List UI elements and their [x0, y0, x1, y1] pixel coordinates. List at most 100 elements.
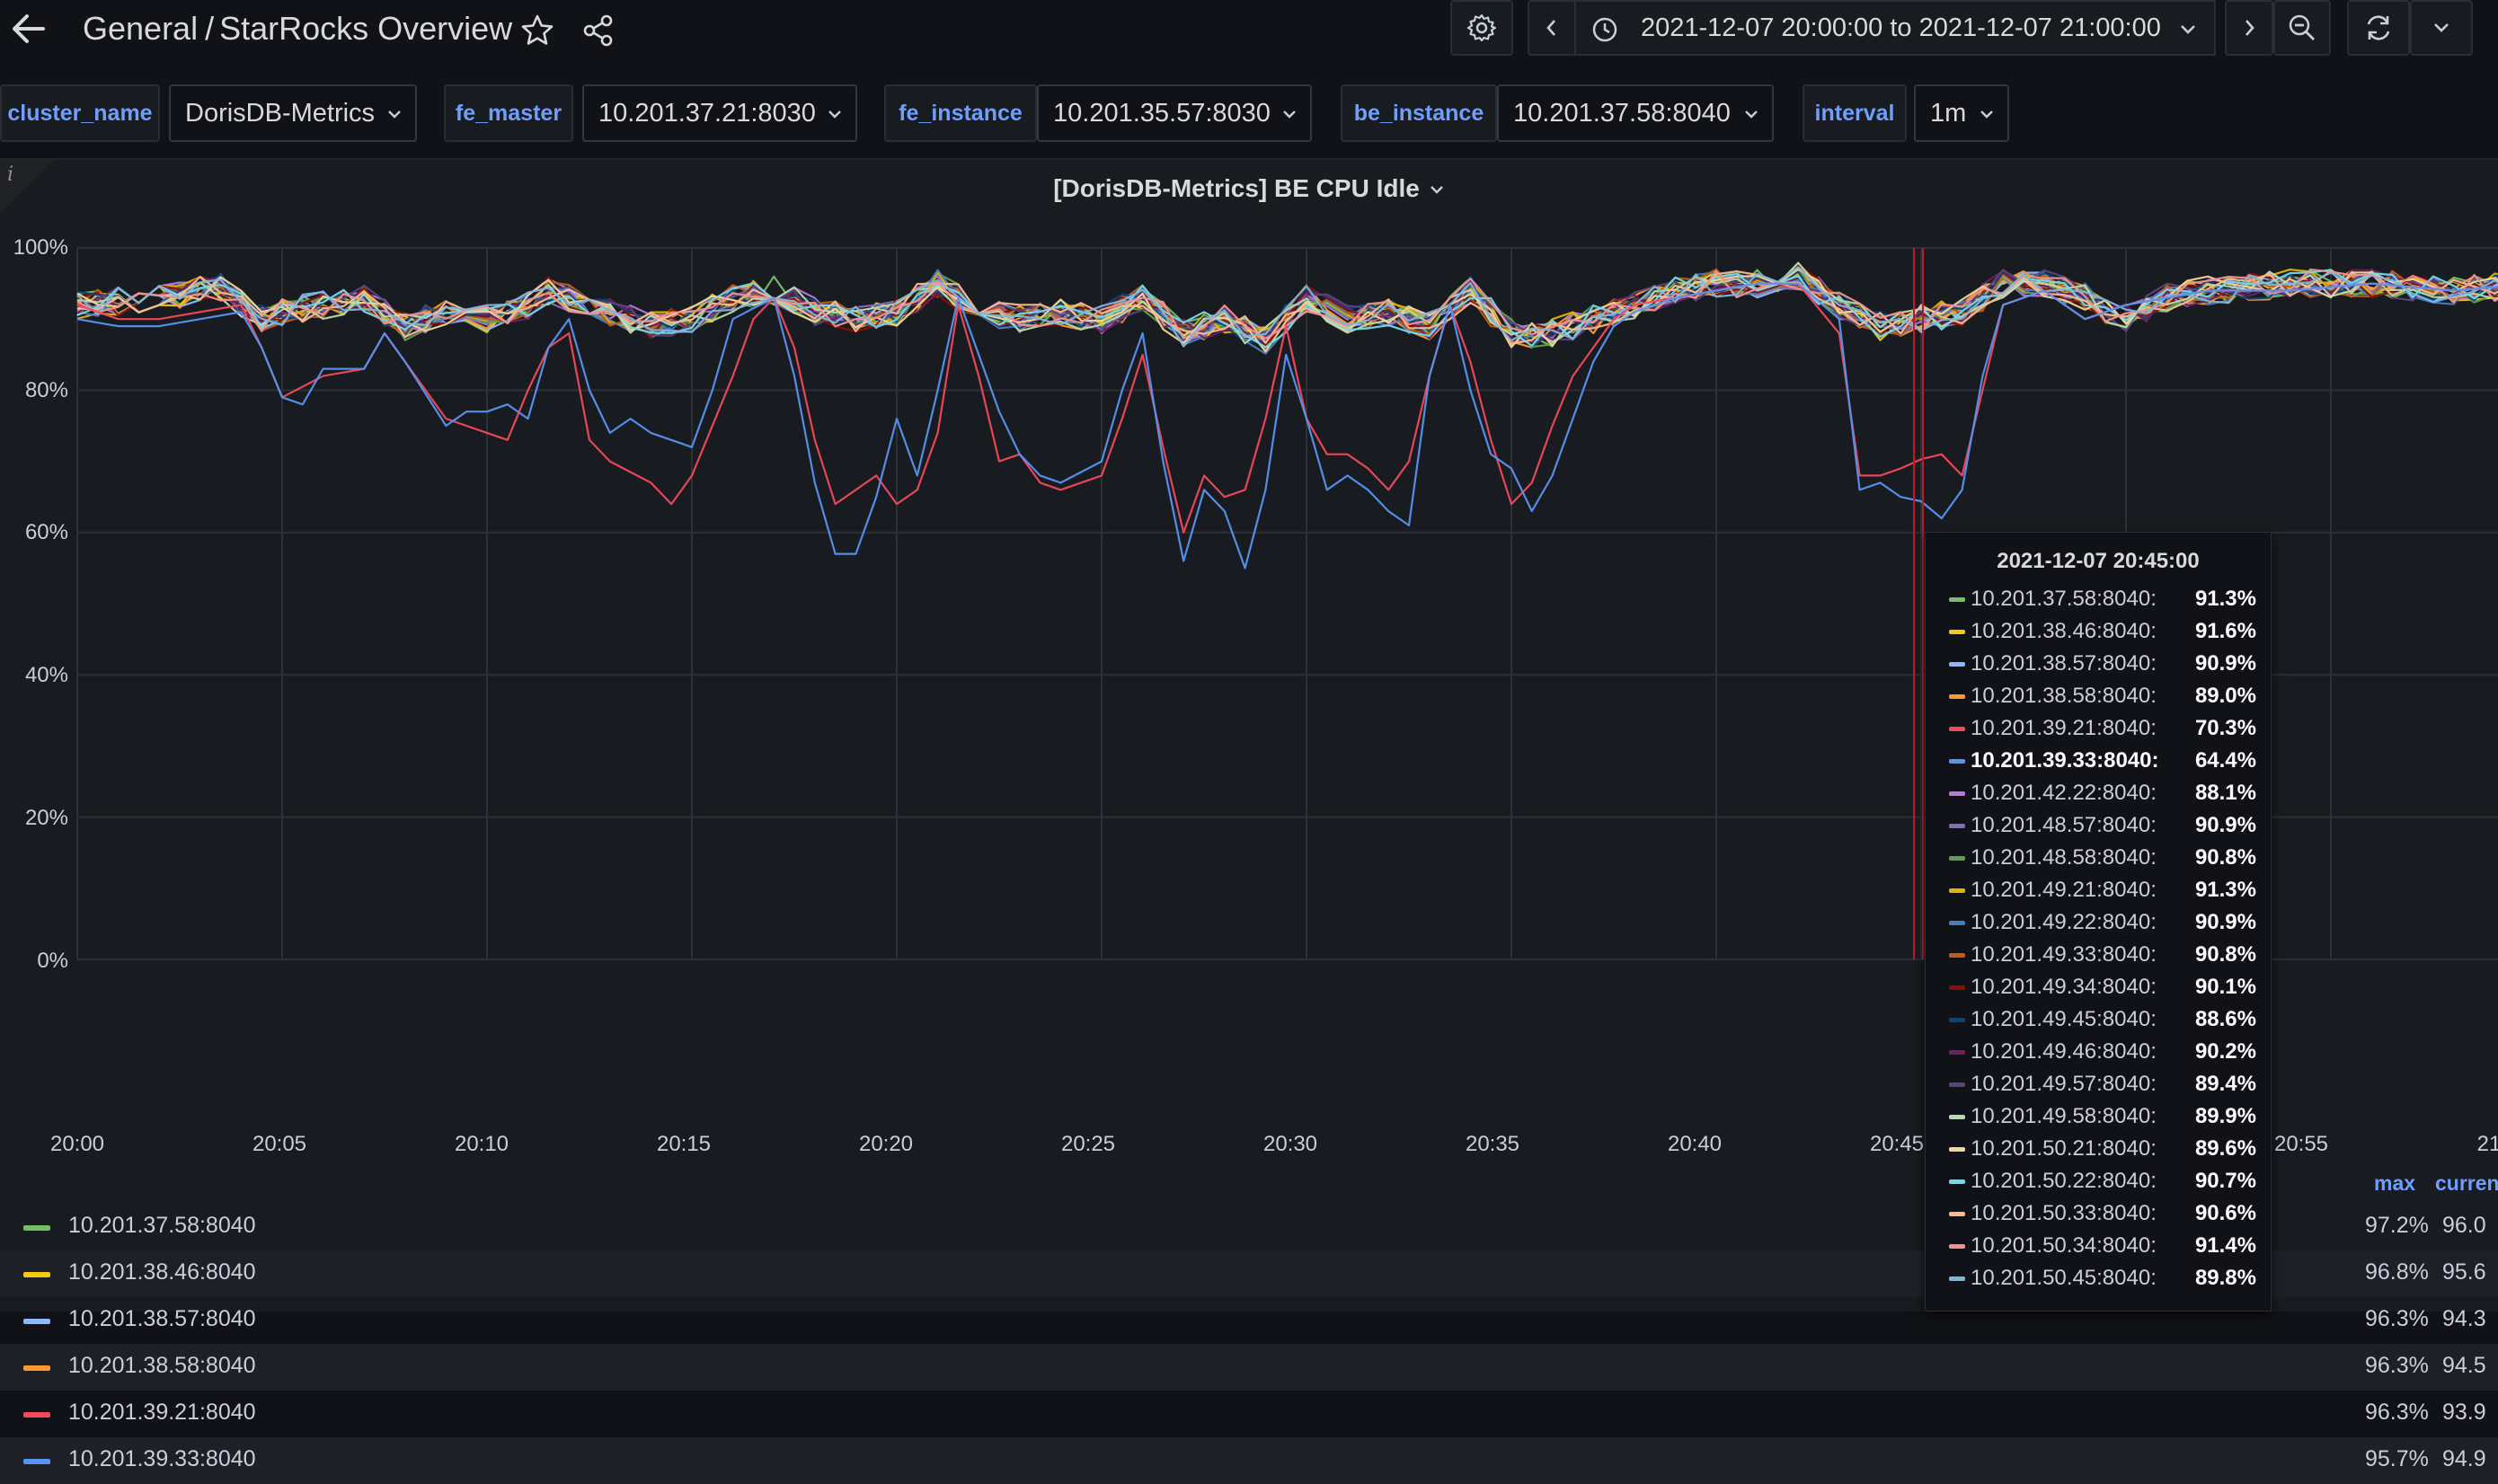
tooltip-series-row: 10.201.42.22:8040: 88.1%: [1926, 777, 2271, 809]
series-swatch: [1949, 856, 1965, 861]
series-swatch: [1949, 888, 1965, 893]
tooltip-series-value: 90.7%: [2194, 1169, 2256, 1193]
tooltip-series-value: 88.1%: [2194, 781, 2256, 805]
tooltip-series-row: 10.201.38.46:8040: 91.6%: [1926, 615, 2271, 648]
tooltip-series-row: 10.201.50.34:8040: 91.4%: [1926, 1230, 2271, 1262]
tooltip-series-value: 89.6%: [2194, 1136, 2256, 1161]
tooltip-series-row: 10.201.39.21:8040: 70.3%: [1926, 712, 2271, 745]
legend-max-value: 96.3%: [2365, 1353, 2429, 1378]
tooltip-series-name: 10.201.49.34:8040:: [1971, 975, 2157, 999]
tooltip-series-name: 10.201.50.33:8040:: [1971, 1201, 2157, 1225]
tooltip-series-value: 90.9%: [2194, 651, 2256, 676]
tooltip-series-row: 10.201.39.33:8040: 64.4%: [1926, 745, 2271, 777]
series-swatch: [1949, 1115, 1965, 1119]
tooltip-series-row: 10.201.49.21:8040: 91.3%: [1926, 874, 2271, 906]
tooltip-series-value: 90.8%: [2194, 942, 2256, 967]
legend-row[interactable]: 10.201.39.33:8040 95.7% 94.9: [0, 1437, 2498, 1484]
series-swatch: [1949, 1050, 1965, 1055]
series-swatch: [1949, 1244, 1965, 1249]
tooltip-series-name: 10.201.49.46:8040:: [1971, 1039, 2157, 1064]
tooltip-series-value: 89.4%: [2194, 1072, 2256, 1096]
series-swatch: [1949, 1212, 1965, 1216]
tooltip-series-value: 91.3%: [2194, 587, 2256, 611]
tooltip-series-name: 10.201.50.45:8040:: [1971, 1266, 2157, 1290]
legend-series-name: 10.201.38.57:8040: [68, 1306, 256, 1331]
series-swatch: [1949, 1179, 1965, 1184]
tooltip-series-name: 10.201.49.58:8040:: [1971, 1104, 2157, 1128]
series-swatch: [1949, 1147, 1965, 1152]
legend-max-value: 95.7%: [2365, 1446, 2429, 1471]
series-swatch: [1949, 791, 1965, 796]
tooltip-series-row: 10.201.49.22:8040: 90.9%: [1926, 906, 2271, 939]
tooltip-series-name: 10.201.50.22:8040:: [1971, 1169, 2157, 1193]
series-swatch: [1949, 1276, 1965, 1281]
tooltip-series-value: 89.8%: [2194, 1266, 2256, 1290]
tooltip-series-row: 10.201.49.46:8040: 90.2%: [1926, 1036, 2271, 1068]
tooltip-series-value: 91.3%: [2194, 878, 2256, 902]
legend-current-value: 94.5: [2442, 1353, 2486, 1378]
tooltip-series-row: 10.201.50.33:8040: 90.6%: [1926, 1197, 2271, 1230]
tooltip-series-name: 10.201.48.58:8040:: [1971, 845, 2157, 870]
tooltip-series-name: 10.201.42.22:8040:: [1971, 781, 2157, 805]
tooltip-series-name: 10.201.49.22:8040:: [1971, 910, 2157, 934]
tooltip-series-name: 10.201.50.34:8040:: [1971, 1233, 2157, 1258]
series-swatch: [1949, 921, 1965, 925]
tooltip-series-value: 90.2%: [2194, 1039, 2256, 1064]
tooltip-series-name: 10.201.39.33:8040:: [1971, 748, 2159, 773]
tooltip-series-name: 10.201.37.58:8040:: [1971, 587, 2157, 611]
tooltip-series-row: 10.201.49.45:8040: 88.6%: [1926, 1003, 2271, 1036]
legend-current-value: 94.9: [2442, 1446, 2486, 1471]
tooltip-series-value: 90.9%: [2194, 813, 2256, 837]
tooltip-series-value: 89.0%: [2194, 684, 2256, 708]
tooltip-timestamp: 2021-12-07 20:45:00: [1997, 549, 2200, 573]
series-swatch: [1949, 694, 1965, 699]
series-swatch: [23, 1459, 50, 1464]
tooltip-series-value: 70.3%: [2194, 716, 2256, 740]
legend-max-value: 96.3%: [2365, 1400, 2429, 1425]
series-swatch: [1949, 662, 1965, 667]
tooltip-series-value: 89.9%: [2194, 1104, 2256, 1128]
tooltip-series-value: 90.6%: [2194, 1201, 2256, 1225]
tooltip-series-name: 10.201.39.21:8040:: [1971, 716, 2157, 740]
graph-hover-tooltip: 2021-12-07 20:45:00 10.201.37.58:8040: 91…: [1925, 532, 2272, 1312]
tooltip-series-row: 10.201.49.33:8040: 90.8%: [1926, 939, 2271, 971]
tooltip-series-value: 90.8%: [2194, 845, 2256, 870]
legend-max-value: 96.3%: [2365, 1306, 2429, 1331]
tooltip-series-name: 10.201.49.57:8040:: [1971, 1072, 2157, 1096]
tooltip-series-name: 10.201.49.45:8040:: [1971, 1007, 2157, 1031]
series-swatch: [1949, 759, 1965, 764]
tooltip-series-row: 10.201.49.57:8040: 89.4%: [1926, 1068, 2271, 1100]
tooltip-series-row: 10.201.48.57:8040: 90.9%: [1926, 809, 2271, 842]
tooltip-series-row: 10.201.49.58:8040: 89.9%: [1926, 1100, 2271, 1133]
series-swatch: [1949, 953, 1965, 958]
series-swatch: [1949, 1018, 1965, 1022]
tooltip-series-value: 64.4%: [2194, 748, 2256, 773]
tooltip-series-value: 88.6%: [2194, 1007, 2256, 1031]
legend-current-value: 94.3: [2442, 1306, 2486, 1331]
tooltip-series-row: 10.201.50.22:8040: 90.7%: [1926, 1165, 2271, 1197]
tooltip-series-value: 91.6%: [2194, 619, 2256, 643]
tooltip-series-name: 10.201.49.33:8040:: [1971, 942, 2157, 967]
legend-series-name: 10.201.39.21:8040: [68, 1400, 256, 1425]
tooltip-series-value: 90.1%: [2194, 975, 2256, 999]
tooltip-series-name: 10.201.38.46:8040:: [1971, 619, 2157, 643]
legend-row[interactable]: 10.201.38.58:8040 96.3% 94.5: [0, 1344, 2498, 1391]
tooltip-series-row: 10.201.37.58:8040: 91.3%: [1926, 583, 2271, 615]
tooltip-series-row: 10.201.38.58:8040: 89.0%: [1926, 680, 2271, 712]
tooltip-series-value: 91.4%: [2194, 1233, 2256, 1258]
series-swatch: [1949, 1082, 1965, 1087]
series-swatch: [1949, 630, 1965, 634]
tooltip-series-name: 10.201.48.57:8040:: [1971, 813, 2157, 837]
legend-row[interactable]: 10.201.39.21:8040 96.3% 93.9: [0, 1391, 2498, 1437]
series-swatch: [23, 1365, 50, 1371]
tooltip-series-row: 10.201.49.34:8040: 90.1%: [1926, 971, 2271, 1003]
tooltip-series-row: 10.201.38.57:8040: 90.9%: [1926, 648, 2271, 680]
tooltip-series-row: 10.201.50.45:8040: 89.8%: [1926, 1262, 2271, 1294]
series-swatch: [1949, 597, 1965, 602]
legend-series-name: 10.201.39.33:8040: [68, 1446, 256, 1471]
tooltip-series-name: 10.201.38.58:8040:: [1971, 684, 2157, 708]
tooltip-series-row: 10.201.48.58:8040: 90.8%: [1926, 842, 2271, 874]
legend-current-value: 93.9: [2442, 1400, 2486, 1425]
tooltip-series-name: 10.201.49.21:8040:: [1971, 878, 2157, 902]
tooltip-series-name: 10.201.50.21:8040:: [1971, 1136, 2157, 1161]
